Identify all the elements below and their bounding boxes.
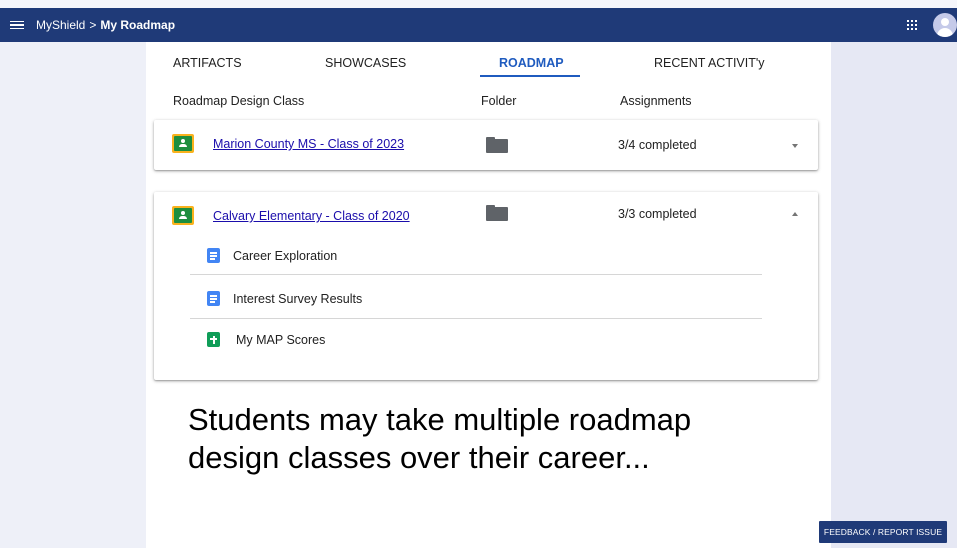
avatar[interactable] xyxy=(933,13,957,37)
top-strip xyxy=(0,0,957,8)
tab-bar: ARTIFACTS SHOWCASES ROADMAP RECENT ACTIV… xyxy=(146,42,831,82)
class-link[interactable]: Calvary Elementary - Class of 2020 xyxy=(213,209,410,223)
tab-artifacts[interactable]: ARTIFACTS xyxy=(173,56,242,70)
google-classroom-icon xyxy=(172,206,194,225)
assignment-label: Interest Survey Results xyxy=(233,292,363,306)
class-card-expanded: Calvary Elementary - Class of 2020 3/3 c… xyxy=(154,192,818,380)
apps-grid-icon[interactable] xyxy=(907,20,917,30)
backdrop-right xyxy=(831,0,957,548)
hamburger-menu-icon[interactable] xyxy=(10,20,24,30)
assignment-item[interactable]: Interest Survey Results xyxy=(190,277,762,321)
class-card: Marion County MS - Class of 2023 3/4 com… xyxy=(154,120,818,170)
divider xyxy=(190,274,762,275)
assignment-status: 3/4 completed xyxy=(618,138,697,152)
assignment-item[interactable]: Career Exploration xyxy=(190,234,762,278)
backdrop-left xyxy=(0,0,146,548)
breadcrumb: MyShield > My Roadmap xyxy=(36,18,175,32)
breadcrumb-current: My Roadmap xyxy=(100,18,176,32)
folder-icon[interactable] xyxy=(486,137,508,153)
google-docs-icon xyxy=(207,291,220,306)
column-header-class: Roadmap Design Class xyxy=(173,94,305,108)
breadcrumb-separator: > xyxy=(89,18,97,32)
collapse-chevron-up-icon[interactable] xyxy=(792,212,798,216)
app-bar: MyShield > My Roadmap xyxy=(0,8,957,42)
folder-icon[interactable] xyxy=(486,205,508,221)
google-docs-icon xyxy=(207,248,220,263)
assignment-label: Career Exploration xyxy=(233,249,338,263)
class-link[interactable]: Marion County MS - Class of 2023 xyxy=(213,137,404,151)
google-classroom-icon xyxy=(172,134,194,153)
active-tab-indicator xyxy=(480,75,580,77)
tab-showcases[interactable]: SHOWCASES xyxy=(325,56,406,70)
column-header-folder: Folder xyxy=(481,94,517,108)
assignment-label: My MAP Scores xyxy=(236,333,326,347)
assignment-status: 3/3 completed xyxy=(618,207,697,221)
column-header-assignments: Assignments xyxy=(620,94,692,108)
google-sheets-icon xyxy=(207,332,220,347)
caption-text: Students may take multiple roadmap desig… xyxy=(188,402,692,475)
assignment-item[interactable]: My MAP Scores xyxy=(190,318,762,362)
tab-roadmap[interactable]: ROADMAP xyxy=(499,56,564,70)
tab-recent-activity[interactable]: RECENT ACTIVIT'y xyxy=(654,56,765,70)
feedback-report-issue-button[interactable]: FEEDBACK / REPORT ISSUE xyxy=(819,521,947,543)
breadcrumb-root[interactable]: MyShield xyxy=(36,18,85,32)
expand-chevron-down-icon[interactable] xyxy=(792,144,798,148)
